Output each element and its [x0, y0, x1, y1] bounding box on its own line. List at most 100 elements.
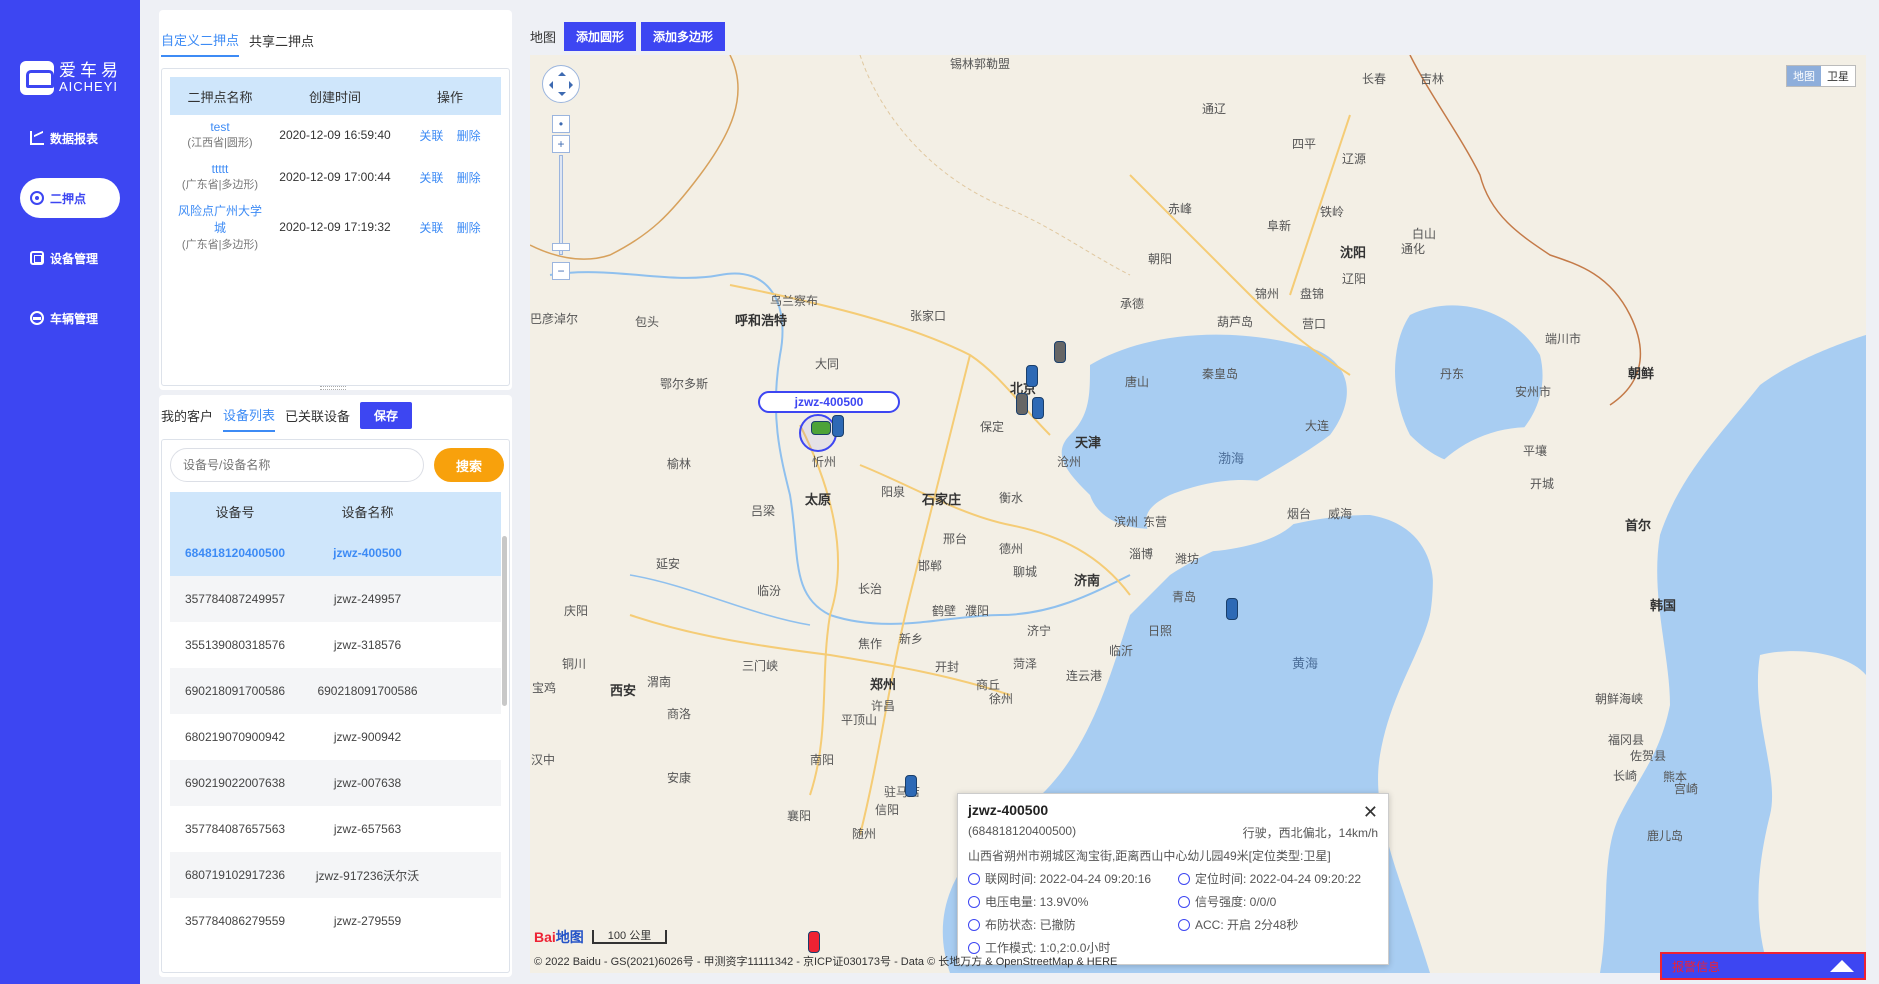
zoom-control: • + − [552, 115, 570, 280]
map-place-label: 铜川 [562, 657, 587, 671]
close-icon[interactable]: ✕ [1363, 802, 1378, 823]
inner-border [859, 55, 1131, 276]
zoom-out-button[interactable]: − [552, 262, 570, 280]
vehicle-marker[interactable] [1026, 365, 1038, 387]
nav-item-reports[interactable]: 数据报表 [20, 118, 120, 158]
delete-button[interactable]: 删除 [457, 221, 481, 235]
map-type-map[interactable]: 地图 [1787, 66, 1821, 86]
device-table: 设备号 设备名称 684818120400500 jzwz-400500 3577… [170, 492, 501, 944]
map-type-satellite[interactable]: 卫星 [1821, 66, 1855, 86]
device-name: 690218091700586 [317, 684, 418, 698]
device-name: jzwz-400500 [333, 546, 402, 560]
map-place-label: 秦皇岛 [1202, 367, 1239, 381]
pan-control[interactable] [542, 65, 580, 103]
vehicle-marker[interactable] [832, 415, 844, 437]
col-device-name: 设备名称 [341, 504, 394, 520]
tab-custom-points[interactable]: 自定义二押点 [161, 24, 240, 57]
devices-panel: 我的客户 设备列表 已关联设备 保存 搜索 设备号 设备名称 684818120… [159, 395, 512, 977]
map-place-label: 安康 [667, 771, 692, 785]
add-circle-button[interactable]: 添加圆形 [564, 22, 637, 51]
vehicle-marker[interactable] [1016, 393, 1028, 415]
nav-item-label: 数据报表 [50, 131, 99, 146]
link-button[interactable]: 关联 [419, 221, 443, 235]
vehicle-marker[interactable] [1032, 397, 1044, 419]
table-row[interactable]: 690218091700586 690218091700586 [170, 668, 501, 714]
map-place-label: 佐贺县 [1630, 749, 1667, 763]
tab-linked-devices[interactable]: 已关联设备 [285, 400, 350, 431]
delete-button[interactable]: 删除 [457, 129, 481, 143]
link-button[interactable]: 关联 [419, 171, 443, 185]
tab-device-list[interactable]: 设备列表 [223, 399, 276, 432]
map-scale: 100 公里 [591, 930, 668, 944]
resize-grip[interactable] [320, 386, 346, 390]
map-place-label: 潍坊 [1175, 552, 1200, 566]
point-name[interactable]: test [210, 120, 229, 134]
device-list-scrollbar[interactable] [502, 536, 507, 706]
device-id: 690218091700586 [184, 684, 286, 698]
table-row[interactable]: 357784087657563 jzwz-657563 [170, 806, 501, 852]
map-place-label: 赤峰 [1168, 202, 1193, 216]
map-place-label: 天津 [1075, 435, 1102, 450]
point-name[interactable]: ttttt [212, 162, 229, 176]
info-voltage: 电压电量: 13.9V0% [985, 895, 1089, 909]
table-row: 风险点广州大学城 (广东省|多边形) 2020-12-09 17:19:32 关联… [170, 199, 501, 255]
points-table-header: 二押点名称 创建时间 操作 [170, 77, 501, 115]
shield-icon [968, 919, 980, 931]
col-device-id: 设备号 [215, 504, 255, 520]
point-region: (广东省|多边形) [181, 179, 259, 191]
device-name: jzwz-657563 [333, 822, 402, 836]
map-place-label: 滨州 [1114, 515, 1139, 529]
table-row[interactable]: 357784087249957 jzwz-249957 [170, 576, 501, 622]
device-search-input[interactable] [170, 448, 424, 482]
vehicle-marker[interactable] [1054, 341, 1066, 363]
vehicle-marker[interactable] [905, 775, 917, 797]
device-search: 搜索 [170, 448, 507, 484]
map-place-label: 承德 [1120, 297, 1145, 311]
vehicle-marker[interactable] [808, 931, 820, 953]
info-title: jzwz-400500 [968, 802, 1049, 818]
table-row[interactable]: 680719102917236 jzwz-917236沃尔沃 [170, 852, 501, 898]
tab-shared-points[interactable]: 共享二押点 [249, 25, 314, 56]
search-button[interactable]: 搜索 [434, 448, 504, 482]
table-row[interactable]: 355139080318576 jzwz-318576 [170, 622, 501, 668]
acc-icon [1178, 919, 1190, 931]
table-row[interactable]: 680219070900942 jzwz-900942 [170, 714, 501, 760]
add-polygon-button[interactable]: 添加多边形 [641, 22, 726, 51]
map-place-label: 宝鸡 [532, 681, 557, 695]
map-place-label: 连云港 [1066, 669, 1103, 683]
map-place-label: 商洛 [667, 707, 692, 721]
selected-vehicle-marker[interactable] [811, 421, 831, 435]
tab-my-customers[interactable]: 我的客户 [161, 400, 213, 431]
device-name: jzwz-007638 [333, 776, 402, 790]
sidebar: 爱车易 AICHEYI 数据报表 二押点 设备管理 车辆管理 [0, 0, 140, 984]
vehicle-marker[interactable] [1226, 598, 1238, 620]
save-button[interactable]: 保存 [360, 401, 413, 429]
info-device-id: (684818120400500) [968, 824, 1077, 838]
locate-icon[interactable]: • [552, 115, 570, 133]
location-time-icon [1178, 873, 1190, 885]
nav-item-vehicles[interactable]: 车辆管理 [20, 298, 120, 338]
device-id: 357784086279559 [184, 914, 286, 928]
zoom-slider-handle[interactable] [552, 243, 570, 251]
device-table-header: 设备号 设备名称 [170, 492, 501, 530]
map-place-label: 呼和浩特 [735, 313, 788, 328]
table-row[interactable]: 684818120400500 jzwz-400500 [170, 530, 501, 576]
table-row[interactable]: 357784086279559 jzwz-279559 [170, 898, 501, 944]
alarm-bar[interactable]: 报警信息 [1660, 952, 1866, 980]
point-region: (广东省|多边形) [181, 239, 259, 251]
nav-item-points[interactable]: 二押点 [20, 178, 120, 218]
map-place-label: 襄阳 [787, 809, 812, 823]
delete-button[interactable]: 删除 [457, 171, 481, 185]
table-row[interactable]: 690219022007638 jzwz-007638 [170, 760, 501, 806]
link-button[interactable]: 关联 [419, 129, 443, 143]
selected-vehicle-label[interactable]: jzwz-400500 [758, 391, 900, 413]
point-name[interactable]: 风险点广州大学城 [178, 204, 262, 235]
map-place-label: 焦作 [858, 637, 883, 651]
expand-icon[interactable] [1830, 960, 1854, 972]
nav-item-label: 车辆管理 [50, 311, 99, 326]
map-place-label: 邯郸 [918, 559, 943, 573]
nav-item-devices[interactable]: 设备管理 [20, 238, 120, 278]
zoom-in-button[interactable]: + [552, 135, 570, 153]
zoom-slider[interactable] [559, 155, 563, 255]
map-canvas[interactable]: 锡林郭勒盟 长春 吉林 通辽 四平 辽源 赤峰 阜新 铁岭 朝阳 沈阳 白山 通化 辽阳 乌兰察布 呼和浩特包… [530, 55, 1866, 973]
